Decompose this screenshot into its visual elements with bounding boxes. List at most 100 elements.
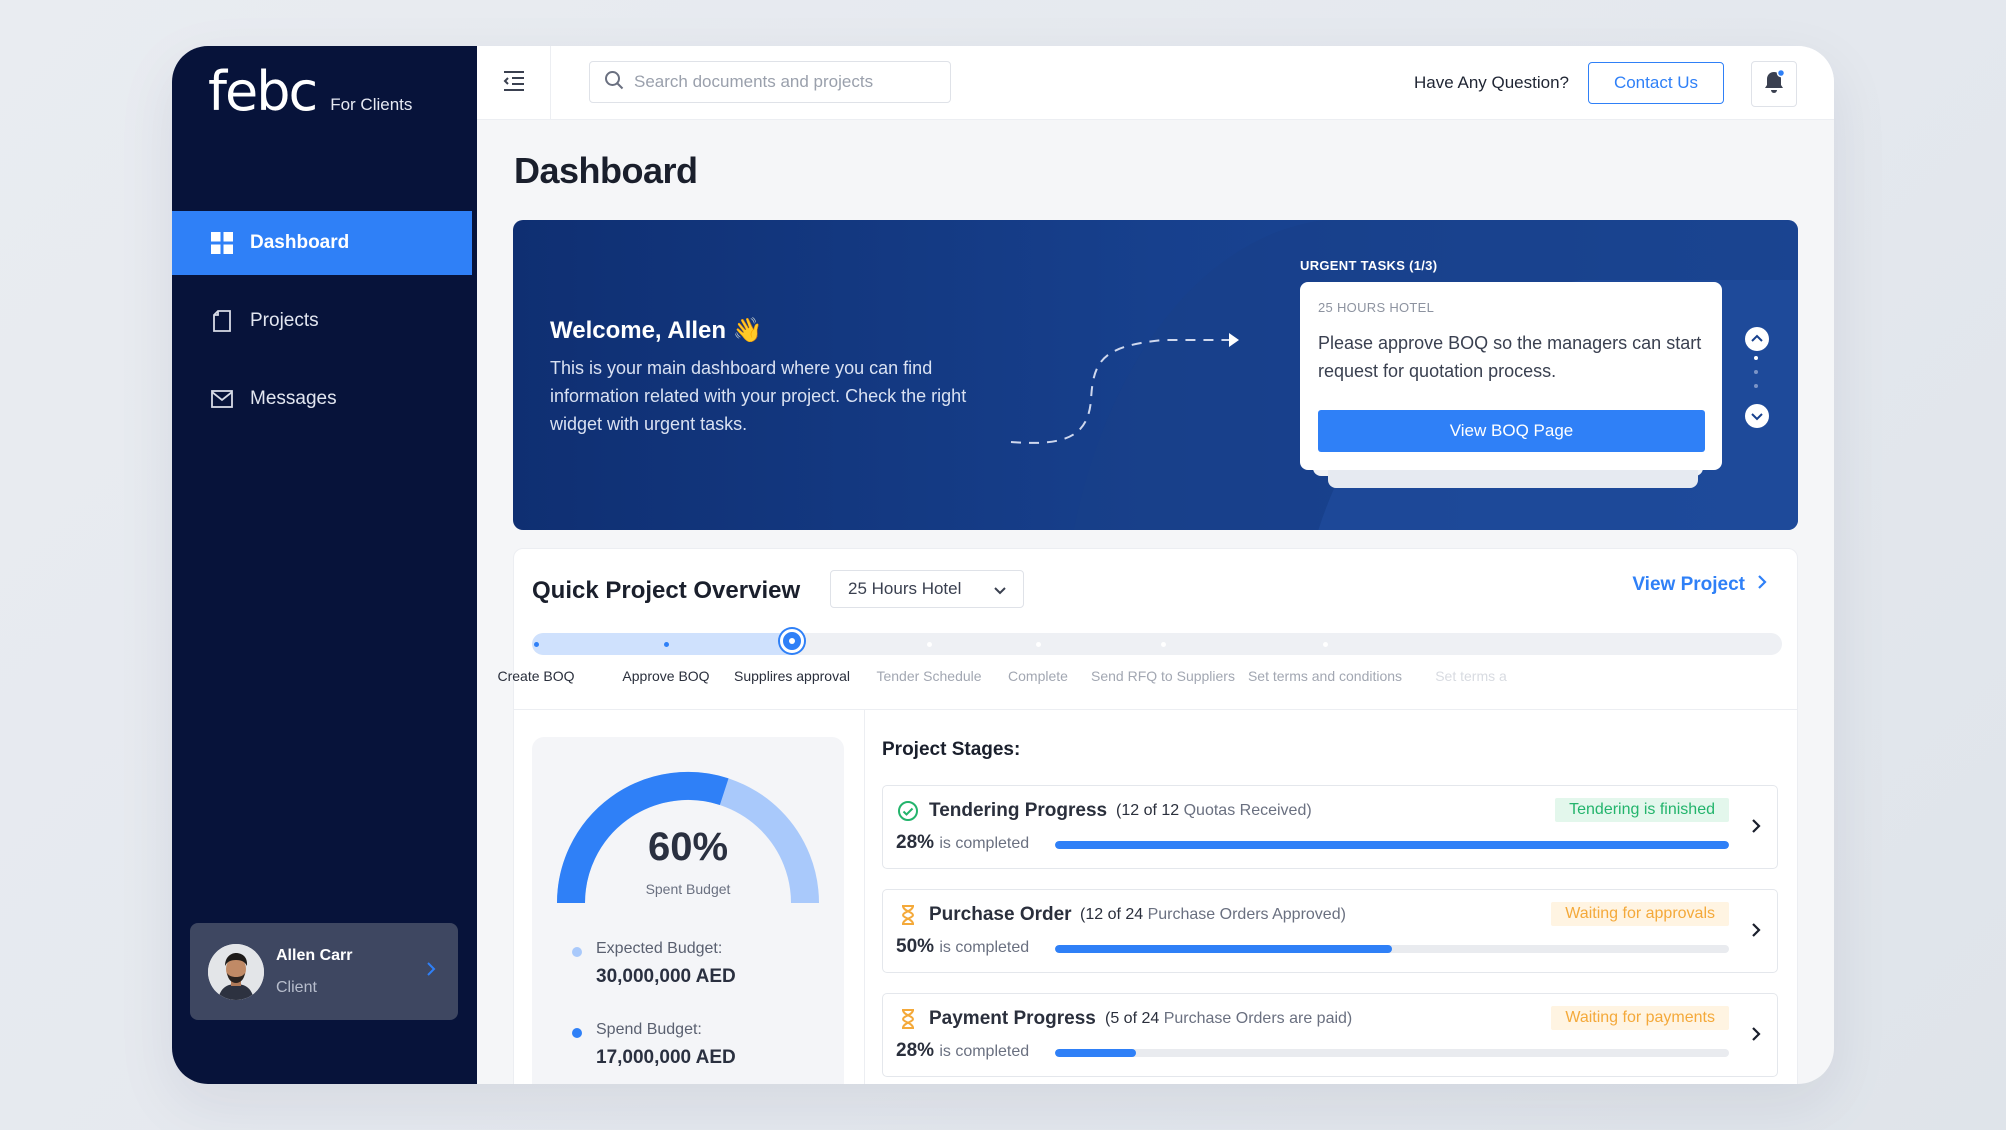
stage-card-payment[interactable]: Payment Progress (5 of 24 Purchase Order… [882, 993, 1778, 1077]
stepper-step-label[interactable]: Approve BOQ [622, 668, 709, 684]
user-role: Client [276, 978, 317, 996]
search-input[interactable] [634, 72, 934, 92]
stage-progress-fill [1055, 841, 1729, 849]
grid-icon [210, 231, 234, 255]
search-box[interactable] [589, 61, 951, 103]
sidebar-item-label: Messages [250, 388, 337, 409]
document-icon [210, 309, 234, 333]
stage-progress-bar [1055, 1049, 1729, 1057]
project-progress-stepper [532, 633, 1782, 655]
stage-detail: (5 of 24 Purchase Orders are paid) [1105, 1010, 1352, 1028]
pager-dot [1754, 356, 1758, 360]
task-next-button[interactable] [1744, 403, 1770, 434]
stage-count: (12 of 12 [1116, 802, 1180, 819]
brand-logo[interactable]: febc For Clients [208, 60, 412, 123]
stage-progress-bar [1055, 945, 1729, 953]
logo-subtitle: For Clients [330, 95, 413, 114]
stage-count: (5 of 24 [1105, 1010, 1160, 1027]
stepper-dot[interactable] [1322, 642, 1328, 647]
sidebar-nav: Dashboard Projects Messages [172, 211, 477, 445]
stage-name: Payment Progress [929, 1008, 1096, 1029]
stage-name: Purchase Order [929, 904, 1072, 925]
menu-toggle-button[interactable] [477, 46, 551, 120]
budget-card: 60% Spent Budget Expected Budget: 30,000… [532, 737, 844, 1084]
stage-progress-fill [1055, 945, 1392, 953]
sidebar-item-label: Dashboard [250, 232, 350, 253]
hourglass-icon [897, 1008, 919, 1035]
stage-detail-text: Purchase Orders Approved) [1147, 906, 1346, 923]
stage-progress-fill [1055, 1049, 1136, 1057]
budget-percent: 60% [647, 825, 729, 869]
stage-percent: 28% is completed [896, 1040, 1029, 1062]
sidebar-item-messages[interactable]: Messages [172, 367, 477, 431]
stage-completed-text: is completed [939, 835, 1030, 852]
stepper-step-label[interactable]: Send RFQ to Suppliers [1091, 668, 1235, 684]
avatar [208, 943, 264, 1000]
task-description: Please approve BOQ so the managers can s… [1318, 333, 1702, 381]
stepper-step-label[interactable]: Set terms and conditions [1248, 668, 1402, 684]
divider [514, 709, 1797, 710]
urgent-task-card: 25 HOURS HOTEL Please approve BOQ so the… [1300, 282, 1722, 470]
user-meta: Allen Carr Client [276, 947, 352, 997]
expected-budget-value: 30,000,000 AED [596, 966, 736, 987]
stage-progress-bar [1055, 841, 1729, 849]
stepper-step-label[interactable]: Create BOQ [497, 668, 574, 684]
app-window: febc For Clients Dashboard Projects Mess… [172, 46, 1834, 1084]
stage-detail-text: Purchase Orders are paid) [1163, 1010, 1353, 1027]
chevron-right-icon [1745, 574, 1767, 596]
expected-budget-label: Expected Budget: [596, 940, 723, 957]
notifications-button[interactable] [1751, 61, 1797, 107]
stepper-dot[interactable] [1160, 642, 1166, 647]
chevron-down-icon [993, 582, 1007, 602]
spend-budget-label: Spend Budget: [596, 1021, 702, 1038]
contact-us-button[interactable]: Contact Us [1588, 62, 1724, 104]
view-boq-button[interactable]: View BOQ Page [1318, 410, 1705, 452]
search-icon [604, 70, 624, 95]
stepper-step-label[interactable]: Set terms a [1435, 668, 1507, 684]
view-project-link[interactable]: View Project [1632, 574, 1767, 596]
hourglass-icon [897, 904, 919, 931]
stage-percent-value: 28% [896, 832, 935, 853]
stepper-dot[interactable] [533, 642, 539, 647]
stage-detail: (12 of 12 Quotas Received) [1116, 802, 1312, 820]
chevron-right-icon[interactable] [1751, 818, 1761, 839]
chevron-right-icon[interactable] [1751, 922, 1761, 943]
stepper-step-label[interactable]: Tender Schedule [876, 668, 981, 684]
stage-percent: 50% is completed [896, 936, 1029, 958]
check-circle-icon [897, 800, 919, 827]
stage-card-tendering[interactable]: Tendering Progress (12 of 12 Quotas Rece… [882, 785, 1778, 869]
pager-dot [1754, 384, 1758, 388]
bell-icon [1762, 68, 1786, 100]
stage-name: Tendering Progress [929, 800, 1108, 821]
top-bar: Have Any Question? Contact Us [477, 46, 1834, 120]
project-select[interactable]: 25 Hours Hotel [830, 570, 1024, 608]
status-badge: Waiting for payments [1551, 1006, 1729, 1030]
sidebar-item-label: Projects [250, 310, 319, 331]
status-badge: Waiting for approvals [1551, 902, 1729, 926]
stepper-dot[interactable] [926, 642, 932, 647]
project-select-value: 25 Hours Hotel [848, 579, 962, 598]
stepper-current-step[interactable] [780, 629, 804, 653]
stepper-step-label[interactable]: Complete [1008, 668, 1068, 684]
stage-card-purchase-order[interactable]: Purchase Order (12 of 24 Purchase Orders… [882, 889, 1778, 973]
stage-percent: 28% is completed [896, 832, 1029, 854]
view-project-label: View Project [1632, 574, 1745, 595]
chevron-right-icon[interactable] [1751, 1026, 1761, 1047]
user-profile-card[interactable]: Allen Carr Client [190, 923, 458, 1020]
welcome-banner: Welcome, Allen 👋 This is your main dashb… [513, 220, 1798, 530]
chevron-right-icon[interactable] [426, 961, 436, 982]
envelope-icon [210, 387, 234, 411]
stepper-dot[interactable] [1035, 642, 1041, 647]
spend-budget-value: 17,000,000 AED [596, 1047, 736, 1068]
dashed-arrow-icon [1010, 333, 1239, 444]
user-name: Allen Carr [276, 946, 353, 964]
task-prev-button[interactable] [1744, 326, 1770, 357]
stage-completed-text: is completed [939, 939, 1030, 956]
sidebar-item-dashboard[interactable]: Dashboard [172, 211, 472, 275]
urgent-tasks-label: URGENT TASKS (1/3) [1300, 258, 1438, 273]
sidebar-item-projects[interactable]: Projects [172, 289, 477, 353]
stepper-dot[interactable] [663, 642, 669, 647]
stepper-step-label[interactable]: Supplires approval [734, 668, 850, 684]
sidebar: febc For Clients Dashboard Projects Mess… [172, 46, 477, 1084]
task-pager-dots [1754, 356, 1758, 398]
